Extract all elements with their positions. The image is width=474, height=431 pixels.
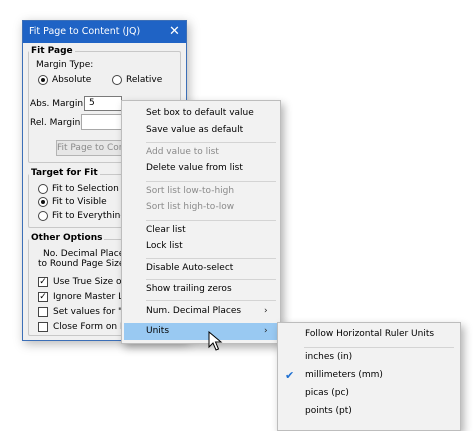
decimal-places-label-1: No. Decimal Places (43, 249, 129, 259)
absolute-radio[interactable] (38, 75, 48, 85)
fit-everything-label: Fit to Everything (52, 211, 127, 221)
submenu-item-points[interactable]: points (pt) (280, 402, 458, 421)
submenu-item-millimeters[interactable]: ✔ millimeters (mm) (280, 366, 458, 385)
menu-item-add-to-list[interactable]: Add value to list (124, 144, 278, 161)
menu-item-set-default[interactable]: Set box to default value (124, 105, 278, 122)
relative-radio[interactable] (112, 75, 122, 85)
fit-everything-radio[interactable] (38, 211, 48, 221)
fit-page-group-label: Fit Page (29, 46, 75, 56)
menu-item-clear-list[interactable]: Clear list (124, 222, 278, 239)
chevron-right-icon: › (264, 306, 268, 316)
close-form-checkbox[interactable] (38, 322, 48, 332)
rel-margin-label: Rel. Margin (30, 118, 81, 128)
target-group-label: Target for Fit (29, 168, 100, 178)
submenu-item-follow-ruler[interactable]: Follow Horizontal Ruler Units (280, 325, 458, 344)
submenu-item-inches[interactable]: inches (in) (280, 348, 458, 367)
fit-visible-label: Fit to Visible (52, 197, 107, 207)
set-values-checkbox[interactable] (38, 307, 48, 317)
abs-margin-label: Abs. Margin (30, 99, 84, 109)
units-submenu: Follow Horizontal Ruler Units inches (in… (277, 322, 461, 431)
fit-page-button[interactable]: Fit Page to Cont (56, 140, 122, 156)
menu-separator (146, 258, 276, 259)
decimal-places-label-2: to Round Page Size (38, 259, 125, 269)
menu-separator (146, 142, 276, 143)
context-menu: Set box to default value Save value as d… (121, 100, 281, 344)
fit-visible-radio[interactable] (38, 197, 48, 207)
dialog-title: Fit Page to Content (JQ) (29, 26, 141, 37)
absolute-radio-label: Absolute (52, 75, 92, 85)
other-options-label: Other Options (29, 233, 105, 243)
rel-margin-field[interactable] (81, 114, 122, 130)
menu-item-disable-autoselect[interactable]: Disable Auto-select (124, 260, 278, 277)
menu-separator (146, 181, 276, 182)
menu-separator (146, 279, 276, 280)
abs-margin-field[interactable]: 5 (84, 96, 122, 111)
menu-separator (146, 300, 276, 301)
relative-radio-label: Relative (126, 75, 163, 85)
fit-selection-label: Fit to Selection (52, 184, 119, 194)
menu-item-delete-from-list[interactable]: Delete value from list (124, 160, 278, 177)
submenu-item-picas[interactable]: picas (pc) (280, 384, 458, 403)
title-bar[interactable]: Fit Page to Content (JQ) ✕ (23, 21, 186, 43)
fit-selection-radio[interactable] (38, 184, 48, 194)
menu-item-num-decimal-places[interactable]: Num. Decimal Places (124, 303, 278, 320)
menu-separator (146, 220, 276, 221)
close-icon[interactable]: ✕ (163, 21, 186, 43)
use-true-size-checkbox[interactable]: ✓ (38, 277, 48, 287)
menu-item-show-trailing-zeros[interactable]: Show trailing zeros (124, 281, 278, 298)
menu-item-sort-high-low[interactable]: Sort list high-to-low (124, 199, 278, 216)
chevron-right-icon: › (264, 326, 268, 336)
margin-type-label: Margin Type: (36, 60, 94, 70)
menu-item-units[interactable]: Units (124, 323, 278, 340)
close-form-label: Close Form on FF (53, 322, 131, 332)
millimeters-label: millimeters (mm) (305, 370, 383, 380)
menu-item-lock-list[interactable]: Lock list (124, 238, 278, 255)
mouse-cursor-icon (208, 331, 223, 351)
menu-item-save-default[interactable]: Save value as default (124, 122, 278, 139)
checkmark-icon: ✔ (285, 369, 295, 382)
ignore-master-checkbox[interactable]: ✓ (38, 292, 48, 302)
menu-item-sort-low-high[interactable]: Sort list low-to-high (124, 183, 278, 200)
